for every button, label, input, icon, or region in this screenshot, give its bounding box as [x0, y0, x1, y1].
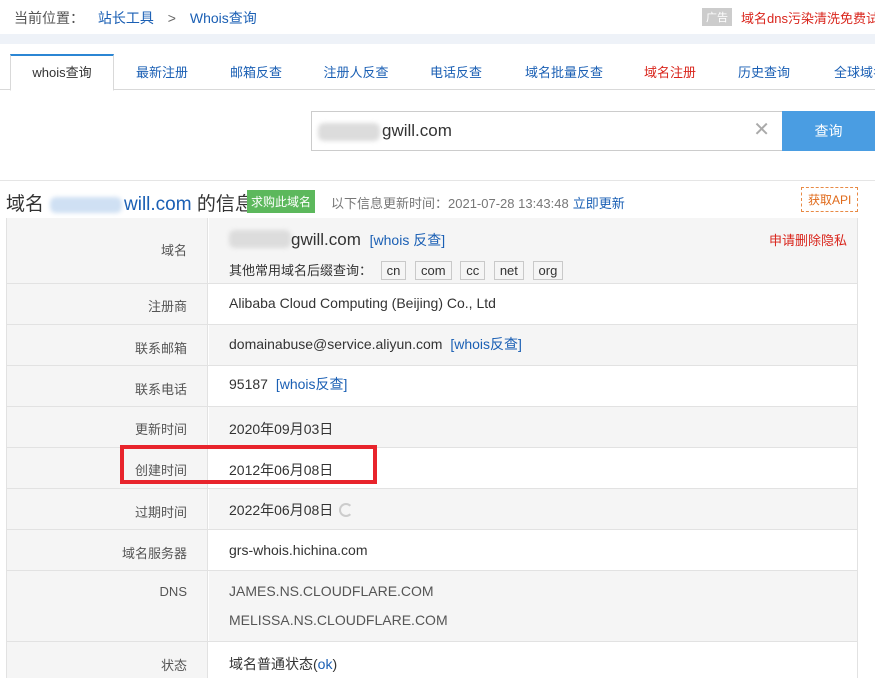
table-row-status: 状态 域名普通状态(ok): [7, 642, 857, 678]
tab-registrant-reverse[interactable]: 注册人反查: [310, 54, 402, 90]
dns-value-2: MELISSA.NS.CLOUDFLARE.COM: [229, 612, 448, 628]
suffix-chip-cn[interactable]: cn: [380, 261, 407, 280]
suffix-chip-cc[interactable]: cc: [460, 261, 486, 280]
table-row-domain: 域名 gwill.com [whois 反查] 其他常用域名后缀查询： cn c…: [7, 218, 857, 284]
info-title: 域名 will.com 的信息: [6, 189, 254, 216]
status-suffix: ): [332, 656, 338, 672]
table-row-nameserver: 域名服务器 grs-whois.hichina.com: [7, 530, 857, 571]
buy-domain-button[interactable]: 求购此域名: [247, 190, 316, 213]
delete-privacy-link[interactable]: 申请删除隐私: [769, 230, 847, 249]
ad-link[interactable]: 域名dns污染清洗免费试: [741, 8, 875, 27]
nameserver-value: grs-whois.hichina.com: [229, 542, 368, 558]
status-ok-link[interactable]: ok: [318, 656, 333, 672]
table-row-registrar: 注册商 Alibaba Cloud Computing (Beijing) Co…: [7, 284, 857, 325]
tab-domain-register[interactable]: 域名注册: [632, 54, 708, 90]
suffix-chip-org[interactable]: org: [532, 261, 564, 280]
tab-phone-reverse[interactable]: 电话反查: [416, 54, 496, 90]
email-reverse-link[interactable]: [whois反查]: [450, 336, 522, 352]
row-label: 域名: [160, 243, 187, 258]
email-value: domainabuse@service.aliyun.com: [229, 336, 443, 352]
status-prefix: 域名普通状态(: [229, 656, 318, 672]
breadcrumb-link-webmaster-tools[interactable]: 站长工具: [98, 10, 154, 26]
tab-whois[interactable]: whois查询: [10, 54, 114, 91]
breadcrumb-separator: >: [167, 10, 176, 26]
row-label: 状态: [160, 658, 187, 673]
breadcrumb: 当前位置： 站长工具 > Whois查询: [14, 8, 257, 28]
breadcrumb-link-whois[interactable]: Whois查询: [190, 10, 257, 26]
row-label: 联系电话: [134, 382, 187, 397]
row-label: 联系邮箱: [134, 341, 187, 356]
info-title-suffix: 的信息: [196, 194, 254, 215]
phone-value: 95187: [229, 376, 268, 392]
row-label: 过期时间: [134, 505, 187, 520]
phone-reverse-link[interactable]: [whois反查]: [276, 376, 348, 392]
location-label: 当前位置：: [14, 10, 84, 26]
tab-email-reverse[interactable]: 邮箱反查: [216, 54, 296, 90]
suffix-query-label: 其他常用域名后缀查询：: [229, 263, 373, 278]
table-row-expires: 过期时间 2022年06月08日: [7, 489, 857, 530]
table-row-dns: DNS JAMES.NS.CLOUDFLARE.COM MELISSA.NS.C…: [7, 571, 857, 642]
tab-bar: whois查询 最新注册 邮箱反查 注册人反查 电话反查 域名批量反查 域名注册…: [0, 54, 875, 91]
row-label: 注册商: [147, 299, 187, 314]
top-bar: 当前位置： 站长工具 > Whois查询 广告 域名dns污染清洗免费试: [0, 0, 875, 34]
dns-value-1: JAMES.NS.CLOUDFLARE.COM: [229, 583, 434, 599]
redacted-blur: [318, 123, 380, 141]
tab-batch-reverse[interactable]: 域名批量反查: [512, 54, 616, 90]
table-row-email: 联系邮箱 domainabuse@service.aliyun.com [who…: [7, 325, 857, 366]
row-label: 域名服务器: [121, 546, 187, 561]
expires-value: 2022年06月08日: [229, 502, 334, 518]
tab-global-domains[interactable]: 全球域名: [820, 54, 875, 90]
highlight-box: [120, 445, 377, 484]
search-box: ✕: [311, 111, 783, 151]
tab-history[interactable]: 历史查询: [724, 54, 804, 90]
suffix-chip-com[interactable]: com: [415, 261, 452, 280]
row-label: DNS: [159, 584, 187, 599]
update-time-label: 以下信息更新时间：2021-07-28 13:43:48: [331, 196, 569, 211]
row-label: 更新时间: [134, 422, 187, 437]
search-button[interactable]: 查询: [782, 111, 875, 151]
update-now-link[interactable]: 立即更新: [573, 196, 625, 211]
whois-reverse-link[interactable]: [whois 反查]: [370, 232, 445, 248]
refresh-icon[interactable]: [339, 503, 354, 517]
ad-badge: 广告: [702, 8, 732, 26]
suffix-chip-net[interactable]: net: [493, 261, 524, 280]
table-row-phone: 联系电话 95187 [whois反查]: [7, 366, 857, 407]
update-time: 以下信息更新时间：2021-07-28 13:43:48 立即更新: [331, 193, 625, 212]
domain-value: gwill.com: [291, 230, 361, 249]
info-title-prefix: 域名: [6, 194, 45, 215]
info-title-domain: will.com: [124, 194, 192, 215]
tab-latest-registrations[interactable]: 最新注册: [122, 54, 202, 90]
header-divider-band: [0, 34, 875, 44]
registrar-value: Alibaba Cloud Computing (Beijing) Co., L…: [229, 295, 496, 311]
redacted-blur: [229, 230, 291, 248]
get-api-button[interactable]: 获取API: [801, 187, 859, 212]
info-header: 域名 will.com 的信息 求购此域名 以下信息更新时间：2021-07-28…: [0, 180, 875, 216]
clear-icon[interactable]: ✕: [753, 120, 770, 140]
table-row-updated: 更新时间 2020年09月03日: [7, 407, 857, 448]
updated-value: 2020年09月03日: [229, 421, 334, 437]
redacted-blur: [50, 196, 123, 213]
